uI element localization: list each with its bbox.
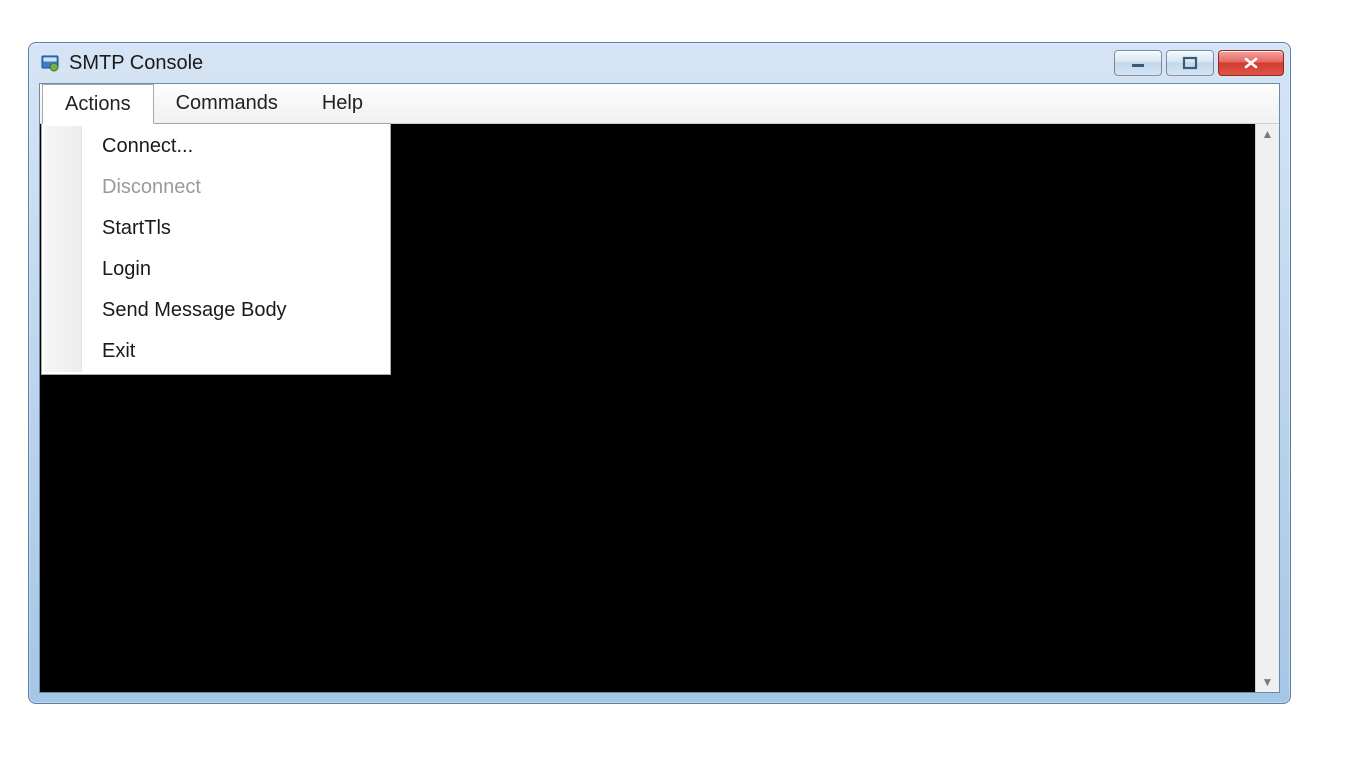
menu-item-label: Connect... [102, 135, 193, 157]
scroll-up-icon[interactable]: ▲ [1262, 128, 1274, 140]
window-controls [1114, 50, 1284, 76]
app-icon [41, 54, 59, 72]
menu-item-label: StartTls [102, 217, 171, 239]
close-button[interactable] [1218, 50, 1284, 76]
scroll-down-icon[interactable]: ▼ [1262, 676, 1274, 688]
menu-item-label: Login [102, 258, 151, 280]
menubar: Actions Commands Help Connect... Disconn… [40, 84, 1279, 124]
titlebar[interactable]: SMTP Console [29, 43, 1290, 83]
menu-item-login[interactable]: Login [44, 249, 388, 290]
menu-item-connect[interactable]: Connect... [44, 126, 388, 167]
menu-item-label: Disconnect [102, 176, 201, 198]
menu-item-label: Send Message Body [102, 299, 287, 321]
maximize-button[interactable] [1166, 50, 1214, 76]
app-window: SMTP Console Actions Commands Help Conne… [28, 42, 1291, 704]
menu-help[interactable]: Help [300, 84, 385, 123]
vertical-scrollbar[interactable]: ▲ ▼ [1255, 124, 1279, 692]
menu-label: Commands [176, 92, 278, 115]
menu-label: Help [322, 92, 363, 115]
window-title: SMTP Console [69, 52, 1114, 75]
menu-item-disconnect: Disconnect [44, 167, 388, 208]
minimize-button[interactable] [1114, 50, 1162, 76]
menu-label: Actions [65, 93, 131, 116]
menu-item-exit[interactable]: Exit [44, 331, 388, 372]
menu-actions[interactable]: Actions [42, 84, 154, 124]
client-area: Actions Commands Help Connect... Disconn… [39, 83, 1280, 693]
actions-dropdown: Connect... Disconnect StartTls Login Sen… [41, 123, 391, 375]
menu-item-label: Exit [102, 340, 135, 362]
menu-item-send-message-body[interactable]: Send Message Body [44, 290, 388, 331]
menu-item-starttls[interactable]: StartTls [44, 208, 388, 249]
menu-commands[interactable]: Commands [154, 84, 300, 123]
